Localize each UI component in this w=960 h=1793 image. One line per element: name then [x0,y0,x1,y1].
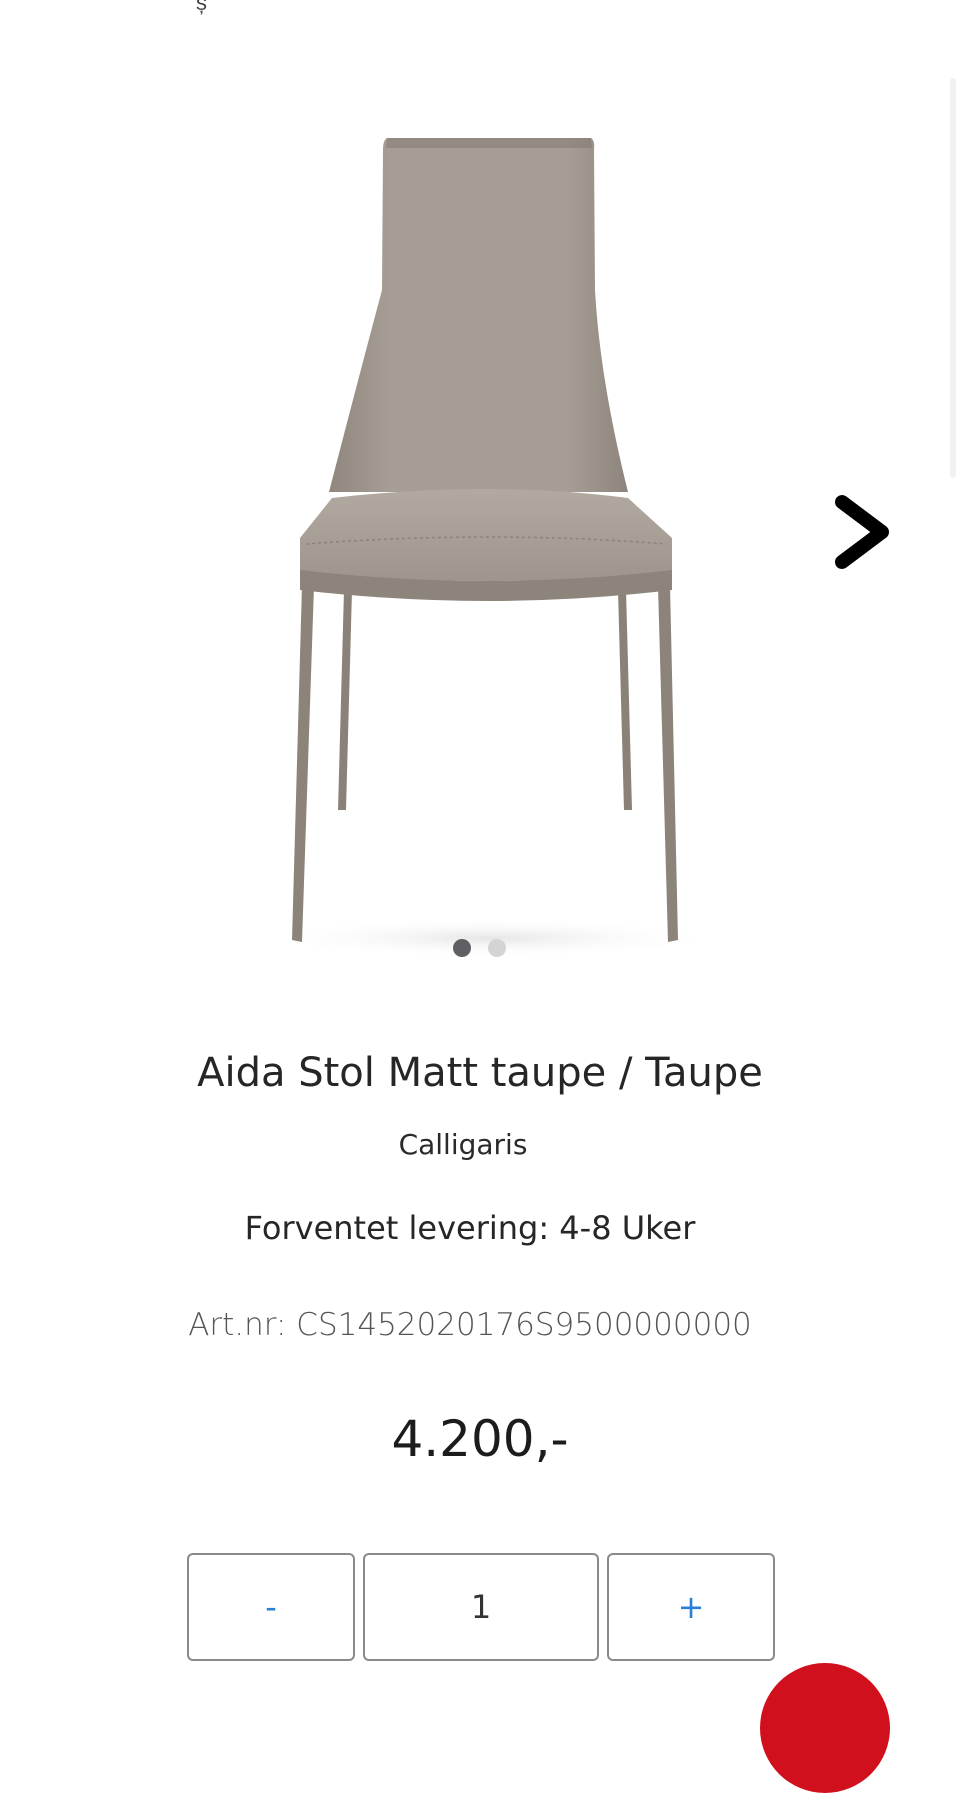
product-image [260,138,720,958]
product-title: Aida Stol Matt taupe / Taupe [197,1050,763,1096]
increase-quantity-button[interactable]: + [607,1553,775,1661]
quantity-input[interactable]: 1 [363,1553,599,1661]
product-brand[interactable]: Calligaris [0,1128,926,1161]
delivery-estimate: Forventet levering: 4-8 Uker [244,1209,696,1247]
article-number: Art.nr: CS1452020176S9500000000 [188,1307,752,1343]
next-image-arrow-icon[interactable] [820,480,900,580]
product-gallery[interactable] [0,0,960,1000]
gallery-dot-1[interactable] [453,939,471,957]
decrease-quantity-button[interactable]: - [187,1553,355,1661]
gallery-pagination [0,939,960,959]
gallery-dot-2[interactable] [488,939,506,957]
floating-action-button[interactable] [760,1663,890,1793]
product-price: 4.200,- [391,1410,569,1468]
